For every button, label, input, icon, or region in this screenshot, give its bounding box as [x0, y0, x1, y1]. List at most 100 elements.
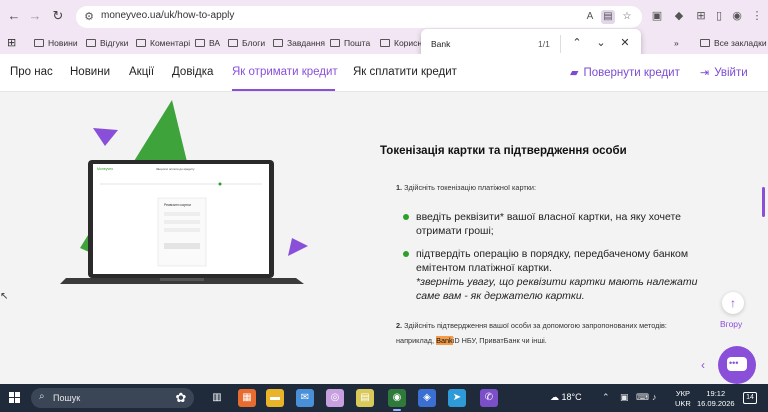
screen-header: Зворотні оплати до кредиту — [156, 167, 195, 171]
tray-chevron-icon[interactable]: ⌃ — [602, 392, 610, 403]
bookmarks-bar: ⊞ Новини Відгуки Коментарі ВА Блоги Завд… — [0, 32, 768, 54]
folder-icon — [86, 39, 96, 47]
puzzle-extensions-icon[interactable]: ⊞ — [694, 9, 708, 23]
file-explorer-icon[interactable]: ▬ — [266, 389, 284, 407]
chrome-app-icon[interactable]: ◉ — [388, 389, 406, 411]
search-icon: ⌕ — [39, 391, 45, 402]
menu-icon[interactable]: ⋮ — [750, 9, 764, 23]
folder-icon — [380, 39, 390, 47]
translate-icon[interactable]: A — [583, 10, 597, 24]
bookmark-vidguky[interactable]: Відгуки — [86, 36, 128, 50]
bookmark-poshta[interactable]: Пошта — [330, 36, 370, 50]
bullet-2-note: *зверніть увагу, що реквізити картки маю… — [416, 276, 698, 302]
cloud-icon: ☁ — [550, 392, 559, 402]
weather-widget[interactable]: ☁ 18°C — [550, 392, 582, 403]
find-divider — [560, 35, 561, 53]
wallet-icon: ▰ — [570, 67, 579, 79]
bookmark-zavdannya[interactable]: Завдання — [273, 36, 325, 50]
nav-dovidka[interactable]: Довідка — [172, 66, 213, 78]
search-highlight-icon[interactable]: ✿ — [170, 389, 192, 407]
return-credit-link[interactable]: ▰ Повернути кредит — [570, 66, 680, 79]
page-search-icon[interactable]: ▤ — [601, 10, 615, 24]
nav-how-to-get-credit[interactable]: Як отримати кредит — [232, 66, 338, 78]
language-indicator[interactable]: УКР UKR — [675, 389, 691, 409]
folder-icon — [273, 39, 283, 47]
address-bar[interactable]: ⚙ moneyveo.ua/uk/how-to-apply A ▤ ☆ — [76, 6, 642, 28]
bookmark-komentari[interactable]: Коментарі — [136, 36, 190, 50]
mouse-cursor-icon: ↖ — [0, 291, 9, 302]
windows-taskbar: ⌕ Пошук ✿ ▥ ▦ ▬ ✉ ◎ ▤ ◉ ◈ ➤ ✆ ☁ 18°C ⌃ ▣… — [0, 384, 768, 412]
clock[interactable]: 19:12 16.09.2026 — [697, 389, 735, 409]
task-view-icon[interactable]: ▥ — [208, 389, 226, 407]
screen-card-title: Реквізити картки — [164, 203, 191, 207]
notes-app-icon[interactable]: ▤ — [356, 389, 374, 407]
viber-app-icon[interactable]: ✆ — [480, 389, 498, 407]
telegram-app-icon[interactable]: ➤ — [448, 389, 466, 407]
purple-triangle-right — [288, 238, 308, 256]
notification-badge[interactable]: 14 — [743, 392, 757, 404]
more-bookmarks-icon[interactable]: » — [674, 36, 679, 50]
section-title: Токенізація картки та підтвердження особ… — [380, 145, 627, 157]
chevron-left-icon[interactable]: ‹ — [696, 358, 710, 372]
all-bookmarks[interactable]: Все закладки — [700, 36, 767, 50]
forward-arrow-icon[interactable]: → — [27, 8, 43, 24]
screen-field — [164, 228, 200, 232]
bullet-icon — [403, 251, 411, 259]
screen-field — [164, 220, 200, 224]
find-match-count: 1/1 — [538, 39, 550, 49]
find-input[interactable]: Bank — [431, 39, 450, 49]
laptop-notch — [160, 278, 204, 281]
mail-app-icon[interactable]: ✉ — [296, 389, 314, 407]
bullet-icon — [403, 214, 411, 222]
volume-icon[interactable]: ♪ — [652, 392, 657, 402]
bookmark-korysni[interactable]: Корисні — [380, 36, 424, 50]
tray-app-icon[interactable]: ▣ — [620, 392, 629, 403]
copilot-icon[interactable]: ◎ — [326, 389, 344, 407]
folder-icon — [700, 39, 710, 47]
step-1: 1. Здійсніть токенізацію платіжної картк… — [396, 183, 537, 192]
extension-icon[interactable]: ◆ — [672, 9, 686, 23]
reload-icon[interactable]: ↻ — [50, 8, 66, 24]
url-text: moneyveo.ua/uk/how-to-apply — [101, 10, 235, 21]
bookmark-blogy[interactable]: Блоги — [228, 36, 265, 50]
folder-icon — [136, 39, 146, 47]
purple-triangle-small — [93, 128, 118, 146]
bookmark-va[interactable]: ВА — [195, 36, 220, 50]
login-link[interactable]: ⇥ Увійти — [700, 66, 748, 79]
find-previous-icon[interactable]: ⌃ — [570, 36, 584, 50]
bookmark-star-icon[interactable]: ☆ — [620, 10, 634, 24]
login-icon: ⇥ — [700, 67, 710, 79]
main-content: Moneyveo Зворотні оплати до кредиту Рекв… — [0, 92, 768, 384]
back-arrow-icon[interactable]: ← — [6, 8, 22, 24]
folder-icon — [228, 39, 238, 47]
vscode-app-icon[interactable]: ◈ — [418, 389, 436, 407]
apps-grid-icon[interactable]: ⊞ — [7, 36, 16, 50]
find-highlight: Bank — [436, 336, 453, 345]
profile-icon[interactable]: ◉ — [730, 9, 744, 23]
nav-how-to-pay[interactable]: Як сплатити кредит — [353, 66, 457, 78]
screenshot-icon[interactable]: ▣ — [650, 9, 664, 23]
folder-icon — [195, 39, 205, 47]
nav-aktsii[interactable]: Акції — [129, 66, 154, 78]
folder-icon — [330, 39, 340, 47]
bullet-1-text: введіть реквізити* вашої власної картки,… — [416, 211, 681, 237]
store-app-icon[interactable]: ▦ — [238, 389, 256, 407]
bookmark-novyny[interactable]: Новини — [34, 36, 78, 50]
progress-dot — [218, 182, 222, 186]
scroll-indicator[interactable] — [762, 187, 765, 217]
site-info-icon[interactable]: ⚙ — [82, 10, 96, 24]
nav-pro-nas[interactable]: Про нас — [10, 66, 53, 78]
network-icon[interactable]: ⌨ — [636, 392, 649, 403]
find-next-icon[interactable]: ⌄ — [594, 36, 608, 50]
chat-button[interactable] — [718, 346, 756, 384]
scroll-up-button[interactable]: ↑ — [722, 292, 744, 314]
step-2-line-2: наприклад, BankiD НБУ, ПриватБанк чи інш… — [396, 336, 547, 345]
windows-start-icon[interactable] — [9, 392, 21, 404]
step-2: 2. Здійсніть підтвердження вашої особи з… — [396, 321, 667, 330]
screen-button — [164, 243, 200, 249]
scroll-up-label[interactable]: Вгору — [720, 319, 742, 329]
browser-toolbar: ← → ↻ ⚙ moneyveo.ua/uk/how-to-apply A ▤ … — [0, 0, 768, 32]
nav-novyny[interactable]: Новини — [70, 66, 110, 78]
find-close-icon[interactable]: ✕ — [618, 36, 632, 50]
sidebar-icon[interactable]: ▯ — [712, 9, 726, 23]
